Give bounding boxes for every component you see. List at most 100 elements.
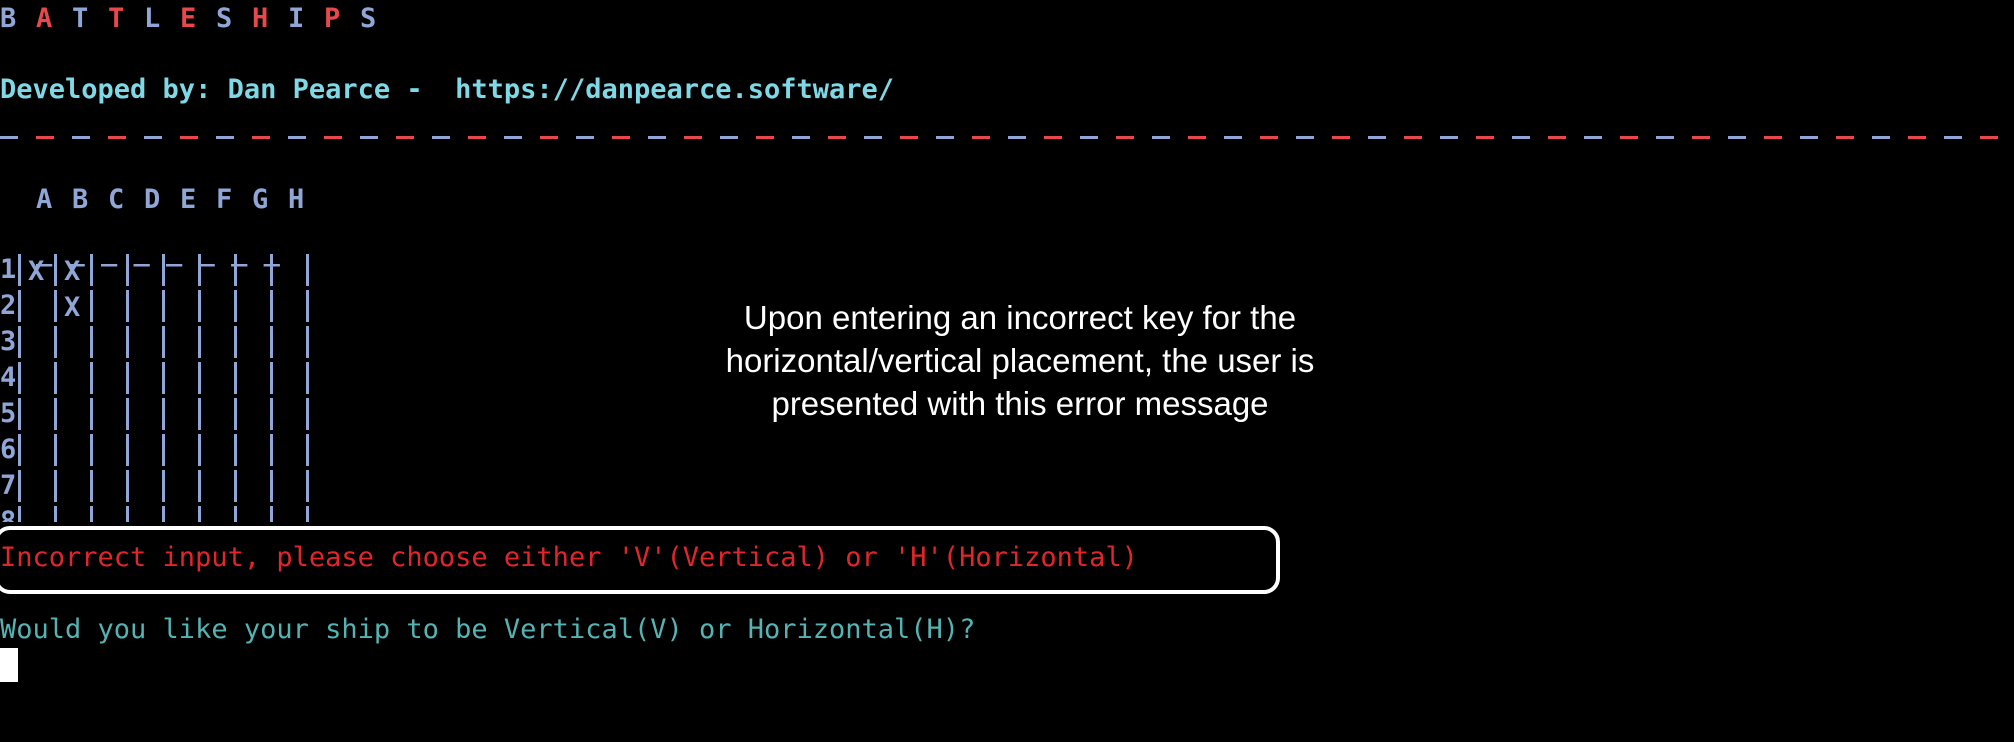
cell-divider xyxy=(234,362,237,394)
divider-dash xyxy=(792,136,810,139)
row-label: 4 xyxy=(0,362,17,393)
title-letter: L xyxy=(144,3,161,34)
annotation-note: Upon entering an incorrect key for the h… xyxy=(725,299,1315,422)
cell-divider xyxy=(198,362,201,394)
cell-divider xyxy=(234,326,237,358)
cell-divider xyxy=(306,506,309,522)
divider-dash xyxy=(1332,136,1350,139)
divider-dash xyxy=(612,136,630,139)
divider-dash xyxy=(1152,136,1170,139)
divider-dash xyxy=(288,136,306,139)
cell-divider xyxy=(162,362,165,394)
cell-divider xyxy=(198,326,201,358)
column-header: A xyxy=(36,184,53,215)
cell-divider xyxy=(306,362,309,394)
cell-divider xyxy=(126,434,129,466)
cell-divider xyxy=(126,290,129,322)
title-letter: S xyxy=(216,3,233,34)
divider-dash xyxy=(468,136,486,139)
cell-divider xyxy=(234,254,237,286)
divider-dash xyxy=(900,136,918,139)
cell-divider xyxy=(54,434,57,466)
divider-dash xyxy=(864,136,882,139)
cell-divider xyxy=(126,254,129,286)
cell-divider xyxy=(306,434,309,466)
cell-divider xyxy=(18,290,21,322)
cell-divider xyxy=(162,434,165,466)
cell-divider xyxy=(162,470,165,502)
divider-dash xyxy=(1836,136,1854,139)
title-letter: B xyxy=(0,3,17,34)
divider-dash xyxy=(1944,136,1962,139)
cell-divider xyxy=(234,434,237,466)
cell-divider xyxy=(162,398,165,430)
divider-dash xyxy=(252,136,270,139)
divider-dash xyxy=(648,136,666,139)
cell-divider xyxy=(162,290,165,322)
divider-dash xyxy=(1224,136,1242,139)
divider-dash xyxy=(0,136,18,139)
divider-dash xyxy=(1512,136,1530,139)
divider-dash xyxy=(396,136,414,139)
dashed-divider xyxy=(0,136,2014,140)
cell-divider xyxy=(306,470,309,502)
cell-divider xyxy=(162,254,165,286)
cell-divider xyxy=(270,326,273,358)
cell-divider xyxy=(306,254,309,286)
cell-divider xyxy=(162,326,165,358)
cell-divider xyxy=(54,506,57,522)
divider-dash xyxy=(576,136,594,139)
divider-dash xyxy=(1008,136,1026,139)
cell-divider xyxy=(54,326,57,358)
divider-dash xyxy=(1800,136,1818,139)
column-header: H xyxy=(288,184,305,215)
title-letter: A xyxy=(36,3,53,34)
terminal-screen: BATTLESHIPS Developed by: Dan Pearce - h… xyxy=(0,0,2014,742)
divider-dash xyxy=(144,136,162,139)
error-message: Incorrect input, please choose either 'V… xyxy=(0,542,1138,573)
cell-divider xyxy=(306,326,309,358)
divider-dash xyxy=(1296,136,1314,139)
cell-divider xyxy=(270,290,273,322)
title-letter: T xyxy=(108,3,125,34)
column-header: F xyxy=(216,184,233,215)
cell-divider xyxy=(90,506,93,522)
divider-dash xyxy=(720,136,738,139)
divider-dash xyxy=(1404,136,1422,139)
title-letter: H xyxy=(252,3,269,34)
cell-divider xyxy=(54,362,57,394)
divider-dash xyxy=(36,136,54,139)
cell-divider xyxy=(90,290,93,322)
divider-dash xyxy=(1368,136,1386,139)
divider-dash xyxy=(72,136,90,139)
cell-divider xyxy=(18,326,21,358)
row-label: 8 xyxy=(0,508,16,522)
cell-divider xyxy=(90,362,93,394)
input-cursor[interactable] xyxy=(0,648,18,682)
divider-dash xyxy=(324,136,342,139)
cell-divider xyxy=(198,254,201,286)
column-header: D xyxy=(144,184,161,215)
cell-divider xyxy=(90,470,93,502)
cell-divider xyxy=(198,470,201,502)
divider-dash xyxy=(360,136,378,139)
divider-dash xyxy=(828,136,846,139)
orientation-prompt: Would you like your ship to be Vertical(… xyxy=(0,614,976,645)
cell-divider xyxy=(54,398,57,430)
cell-divider xyxy=(18,506,21,522)
title-letter: I xyxy=(288,3,305,34)
divider-dash xyxy=(1476,136,1494,139)
column-header: E xyxy=(180,184,197,215)
cell-divider xyxy=(18,434,21,466)
cell-divider xyxy=(126,470,129,502)
divider-dash xyxy=(1260,136,1278,139)
cell-divider xyxy=(270,506,273,522)
divider-dash xyxy=(1188,136,1206,139)
cell-divider xyxy=(90,434,93,466)
hit-marker: X xyxy=(64,292,81,323)
divider-dash xyxy=(1584,136,1602,139)
cell-divider xyxy=(270,254,273,286)
row-label: 3 xyxy=(0,326,17,357)
divider-dash xyxy=(432,136,450,139)
divider-dash xyxy=(1656,136,1674,139)
